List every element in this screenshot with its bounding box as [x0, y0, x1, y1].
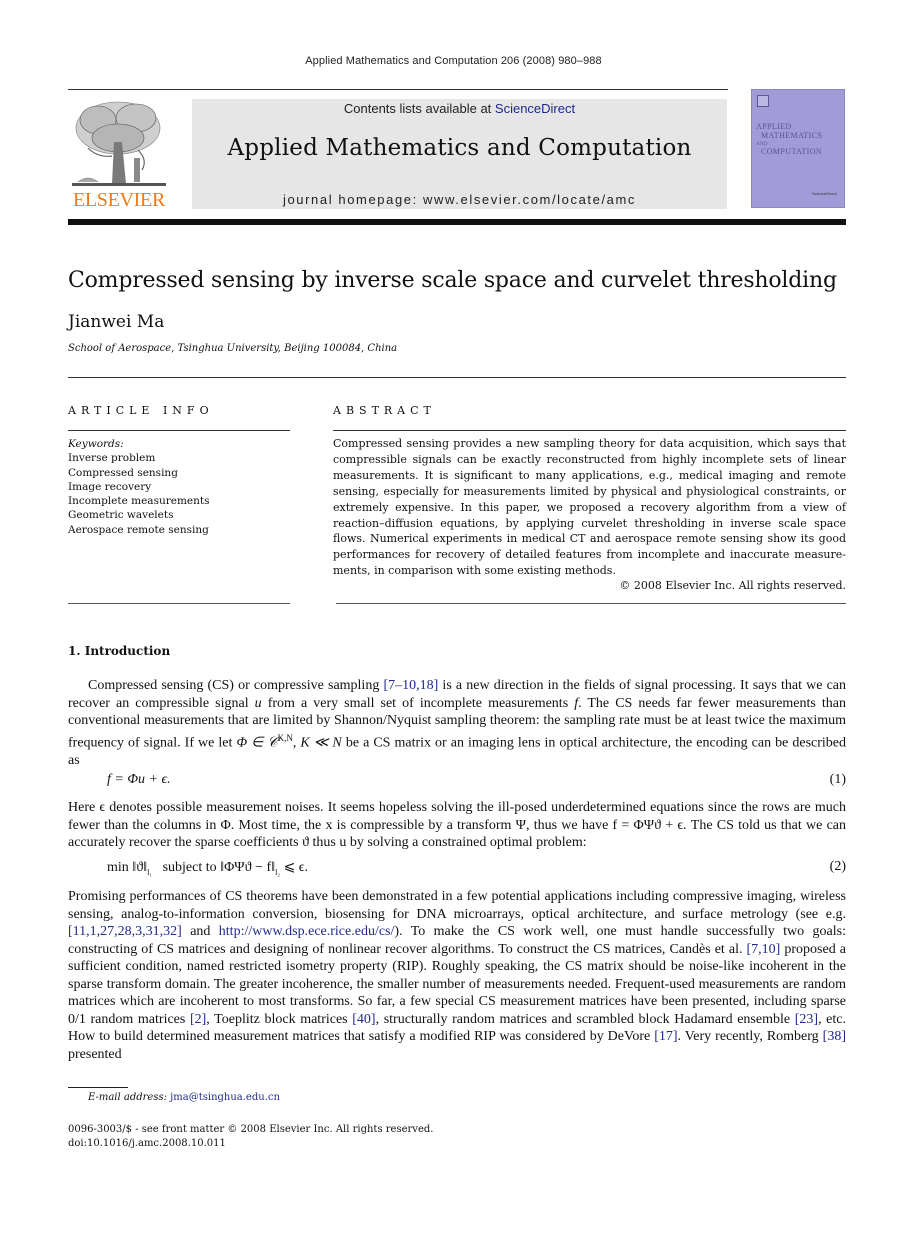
equation-1-number: (1) — [829, 772, 846, 787]
citation-link[interactable]: [23] — [795, 1012, 818, 1027]
header-rule — [68, 89, 728, 90]
intro-paragraph-2: Here ϵ denotes possible measurement nois… — [68, 800, 846, 850]
cover-title-line: MATHEMATICS — [761, 131, 823, 140]
abstract-rule — [333, 430, 846, 431]
equation-2-number: (2) — [829, 859, 846, 874]
citation-link[interactable]: [7–10,18] — [383, 678, 438, 693]
equation-2: min ‖ϑ‖l₁ subject to ‖ΦΨϑ − f‖l₂ ⩽ ϵ. — [107, 860, 308, 877]
section-heading-introduction: 1. Introduction — [68, 644, 171, 658]
journal-title: Applied Mathematics and Computation — [227, 135, 692, 161]
citation-link[interactable]: [40] — [352, 1012, 375, 1027]
abstract-copyright: © 2008 Elsevier Inc. All rights reserved… — [619, 579, 846, 592]
citation-link[interactable]: [38] — [823, 1029, 846, 1044]
footnote-email: E-mail address: jma@tsinghua.edu.cn — [88, 1092, 280, 1103]
sciencedirect-link[interactable]: ScienceDirect — [495, 101, 575, 116]
journal-cover-thumbnail: APPLIED MATHEMATICS AND COMPUTATION Scie… — [751, 89, 845, 208]
keyword-item: Incomplete measurements — [68, 495, 210, 508]
article-title: Compressed sensing by inverse scale spac… — [68, 268, 837, 293]
front-matter-block: 0096-3003/$ - see front matter © 2008 El… — [68, 1123, 433, 1151]
abstract-bottom-rule — [336, 603, 846, 604]
title-rule — [68, 377, 846, 378]
keyword-item: Geometric wavelets — [68, 509, 174, 522]
author-affiliation: School of Aerospace, Tsinghua University… — [68, 343, 398, 354]
cover-title-line: APPLIED — [756, 122, 792, 131]
citation-link[interactable]: [7,10] — [747, 942, 781, 957]
article-info-heading: ARTICLE INFO — [68, 404, 214, 417]
keyword-item: Image recovery — [68, 480, 152, 493]
keywords-list: Keywords: Inverse problem Compressed sen… — [68, 437, 210, 537]
equation-1: f = Φu + ϵ. — [107, 772, 171, 787]
masthead-rule — [68, 219, 846, 225]
citation-link[interactable]: [2] — [190, 1012, 206, 1027]
article-info-bottom-rule — [68, 603, 290, 604]
keyword-item: Compressed sensing — [68, 466, 178, 479]
tree-icon — [72, 101, 166, 186]
citation-link[interactable]: [11,1,27,28,3,31,32] — [68, 924, 182, 939]
front-matter-line: 0096-3003/$ - see front matter © 2008 El… — [68, 1124, 434, 1135]
journal-banner: Contents lists available at ScienceDirec… — [192, 99, 727, 209]
intro-paragraph-3: Promising performances of CS theorems ha… — [68, 889, 846, 1062]
intro-paragraph-1: Compressed sensing (CS) or compressive s… — [68, 678, 847, 768]
url-link[interactable]: http://www.dsp.ece.rice.edu/cs/ — [219, 924, 395, 939]
journal-homepage[interactable]: journal homepage: www.elsevier.com/locat… — [192, 192, 727, 207]
keywords-label: Keywords: — [68, 438, 124, 450]
doi-line: doi:10.1016/j.amc.2008.10.011 — [68, 1138, 226, 1149]
author-name: Jianwei Ma — [68, 312, 165, 332]
cover-title-line: COMPUTATION — [761, 147, 823, 156]
abstract-text: Compressed sensing provides a new sampli… — [333, 437, 846, 578]
running-head: Applied Mathematics and Computation 206 … — [305, 55, 602, 67]
article-info-rule — [68, 430, 290, 431]
contents-line: Contents lists available at ScienceDirec… — [343, 101, 576, 116]
keyword-item: Inverse problem — [68, 452, 156, 465]
footnote-rule — [68, 1087, 128, 1088]
citation-link[interactable]: [17] — [654, 1029, 677, 1044]
email-link[interactable]: jma@tsinghua.edu.cn — [170, 1092, 280, 1103]
cover-sciencedirect-label: ScienceDirect — [812, 191, 837, 196]
abstract-heading: ABSTRACT — [333, 404, 436, 417]
cover-logo-icon — [757, 95, 769, 107]
elsevier-wordmark: ELSEVIER — [72, 189, 166, 211]
keyword-item: Aerospace remote sensing — [68, 523, 209, 536]
